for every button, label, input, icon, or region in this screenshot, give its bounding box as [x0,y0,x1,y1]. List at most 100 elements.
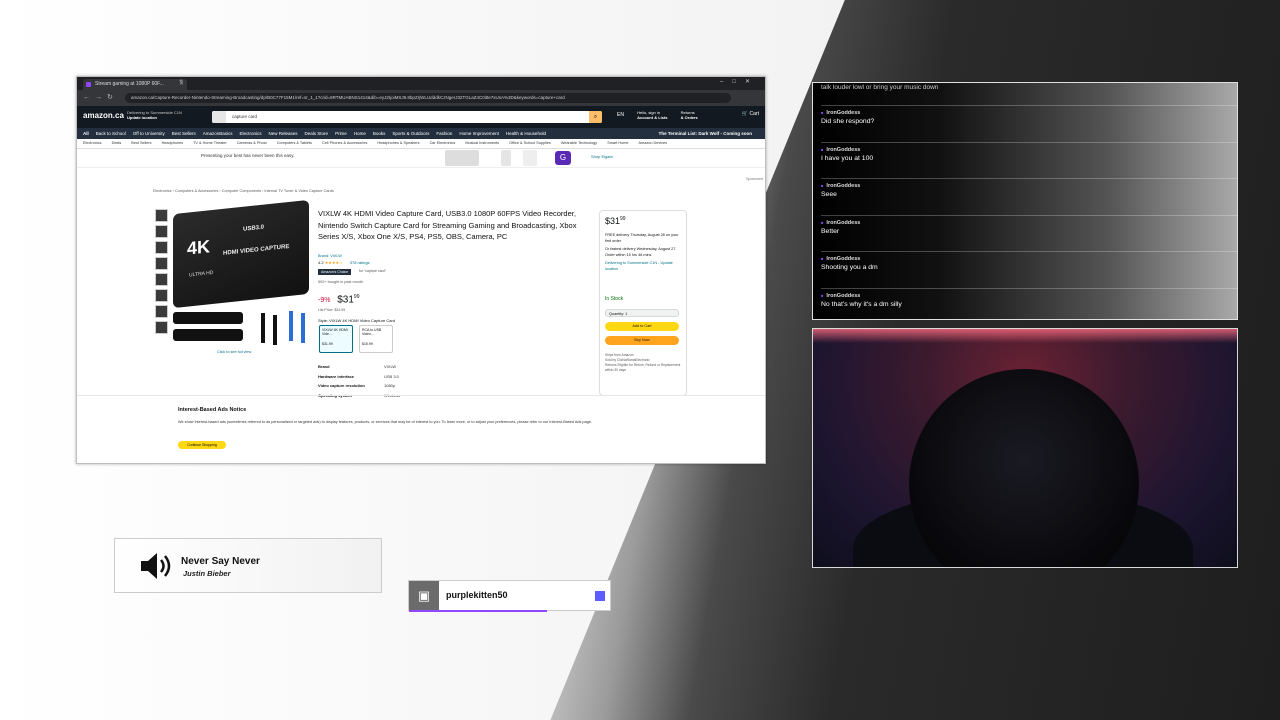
thumbnail[interactable] [155,241,168,254]
address-bar-row: ←→↻ amazon.ca/Capture-Recorder-Nintendo-… [77,90,765,106]
sub-nav-item[interactable]: Office & School Supplies [509,141,551,145]
all-menu-button[interactable]: All [83,131,89,136]
nav-item[interactable]: Home Improvement [459,131,499,136]
returns-orders[interactable]: Returns & Orders [681,110,698,120]
thumbnail[interactable] [155,289,168,302]
sub-nav-item[interactable]: Amazon Devices [639,141,668,145]
thumbnail[interactable] [155,305,168,318]
language-select[interactable]: EN [617,113,624,118]
sub-nav-item[interactable]: Cameras & Photo [237,141,267,145]
buy-box: $3199 FREE delivery Thursday, August 28 … [599,210,687,396]
nav-buttons-icon[interactable]: ←→↻ [83,93,118,101]
chat-username: IronGoddess [821,293,1231,299]
chat-text: Seee [821,191,837,198]
chat-text: No that's why it's a dm silly [821,300,902,308]
sub-nav-item[interactable]: Smart Home [607,141,628,145]
nav-item[interactable]: Fashion [436,131,452,136]
amazon-search-input[interactable]: capture card [232,111,257,123]
continue-shopping-button[interactable]: Continue Shopping [178,441,226,449]
nav-item[interactable]: Off to University [133,131,165,136]
delivery-location[interactable]: Delivering to Summerside C1N Update loca… [127,110,182,120]
thumbnail[interactable] [155,273,168,286]
window-controls[interactable]: –□✕ [720,78,759,85]
sub-nav-item[interactable]: Computers & Tablets [277,141,312,145]
nav-item[interactable]: Deals Store [305,131,329,136]
seller-info: Ships from Amazon Sold by ClicNaRamaElec… [605,353,681,372]
sub-nav-item[interactable]: Cell Phones & Accessories [322,141,367,145]
sub-nav-item[interactable]: Deals [112,141,122,145]
stream-chat-panel: talk louder lowl or bring your music dow… [812,82,1238,320]
nav-item[interactable]: Health & Household [506,131,546,136]
breadcrumb[interactable]: Electronics › Computers & Accessories › … [153,189,334,193]
chat-username: IronGoddess [821,110,1231,116]
amazon-choice-badge: Amazon's Choice [318,269,352,275]
amazon-logo[interactable]: amazon.ca [83,111,124,120]
stock-status: In Stock [605,296,624,302]
rating-row[interactable]: 4.2 ★★★★☆ 378 ratings [318,260,370,265]
nav-item[interactable]: New Releases [269,131,298,136]
sub-nav-item[interactable]: Headphones & Speakers [377,141,419,145]
nav-item[interactable]: Sports & Outdoors [392,131,429,136]
new-tab-icon[interactable]: + [179,78,183,85]
style-option[interactable]: VIXLW 4K HDMI Vide... $31.99 [319,325,353,353]
promo-banner[interactable]: Presenting your best has never been this… [77,149,765,168]
sub-nav-item[interactable]: Car Electronics [430,141,456,145]
brand-link[interactable]: Brand: VIXLW [318,254,342,258]
amazon-sub-nav: Electronics Deals Best Sellers Headphones TV… [77,139,765,149]
sub-nav-item[interactable]: Wearable Technology [561,141,597,145]
add-to-cart-button[interactable]: Add to Cart [605,322,679,331]
sub-nav-item[interactable]: TV & Home Theater [193,141,227,145]
sub-nav-item[interactable]: Electronics [83,141,102,145]
buy-now-button[interactable]: Buy Now [605,336,679,345]
thumbnail[interactable] [155,257,168,270]
spec-row: Video capture resolution 1080p [318,381,400,391]
hdmi-port [173,312,243,324]
url-input[interactable]: amazon.ca/Capture-Recorder-Nintendo-Stre… [125,93,731,103]
nav-item[interactable]: Best Sellers [172,131,196,136]
chat-text: I have you at 100 [821,154,874,162]
spec-value: 1080p [384,383,396,388]
amazon-nav-bar: All Back to School Off to University Best S… [77,128,765,139]
product-image-usb: USB3.0 [243,224,265,233]
tab-title: Stream gaming at 1080P 60F... [95,81,164,87]
nav-item[interactable]: AmazonBasics [203,131,233,136]
cable [289,311,293,341]
cart-icon[interactable]: 🛒 Cart [742,111,759,117]
chat-username: IronGoddess [821,220,1231,226]
thumbnail[interactable] [155,225,168,238]
video-thumbnail[interactable] [155,321,168,334]
sub-nav-item[interactable]: Musical Instruments [465,141,499,145]
nav-item[interactable]: Home [354,131,366,136]
product-image[interactable]: 4K USB3.0 HDMI VIDEO CAPTURE ULTRA HD [173,199,309,309]
full-view-link[interactable]: Click to see full view [217,350,251,354]
search-icon[interactable]: ⌕ [589,111,602,123]
product-image-4k: 4K [187,236,211,259]
style-option[interactable]: RCA to USB Video... $15.99 [359,325,393,353]
sub-nav-item[interactable]: Headphones [162,141,184,145]
shop-elgato-link[interactable]: Shop Elgato [591,154,613,159]
nav-promo[interactable]: The Terminal List: Dark Wolf - Coming so… [659,128,752,139]
sub-nav-item[interactable]: Best Sellers [131,141,151,145]
speaker-icon [141,553,171,579]
promo-image [445,150,479,166]
chat-message-partial: talk louder lowl or bring your music dow… [821,84,939,91]
quantity-select[interactable]: Quantity: 1 [605,309,679,317]
chat-username: IronGoddess [821,183,1231,189]
amazon-search-box: capture card ⌕ [212,111,602,123]
elgato-logo-icon: G [555,151,571,165]
led-lights [813,329,1237,343]
nav-item[interactable]: Prime [335,131,347,136]
bought-count: 500+ bought in past month [318,280,364,284]
chat-divider [821,141,1237,143]
nav-item[interactable]: Back to School [96,131,126,136]
chat-divider [821,214,1237,216]
thumbnail[interactable] [155,209,168,222]
account-lists[interactable]: Hello, sign in Account & Lists [637,110,667,120]
search-category-select[interactable] [212,111,226,123]
nav-item[interactable]: Electronics [240,131,262,136]
discount-badge: -9% [318,297,331,305]
ads-notice-text: We show interest-based ads (sometimes re… [178,420,592,424]
chat-text: Shooting you a dm [821,264,878,271]
nav-item[interactable]: Books [373,131,386,136]
browser-tab[interactable]: Stream gaming at 1080P 60F... ✕ [83,79,187,90]
